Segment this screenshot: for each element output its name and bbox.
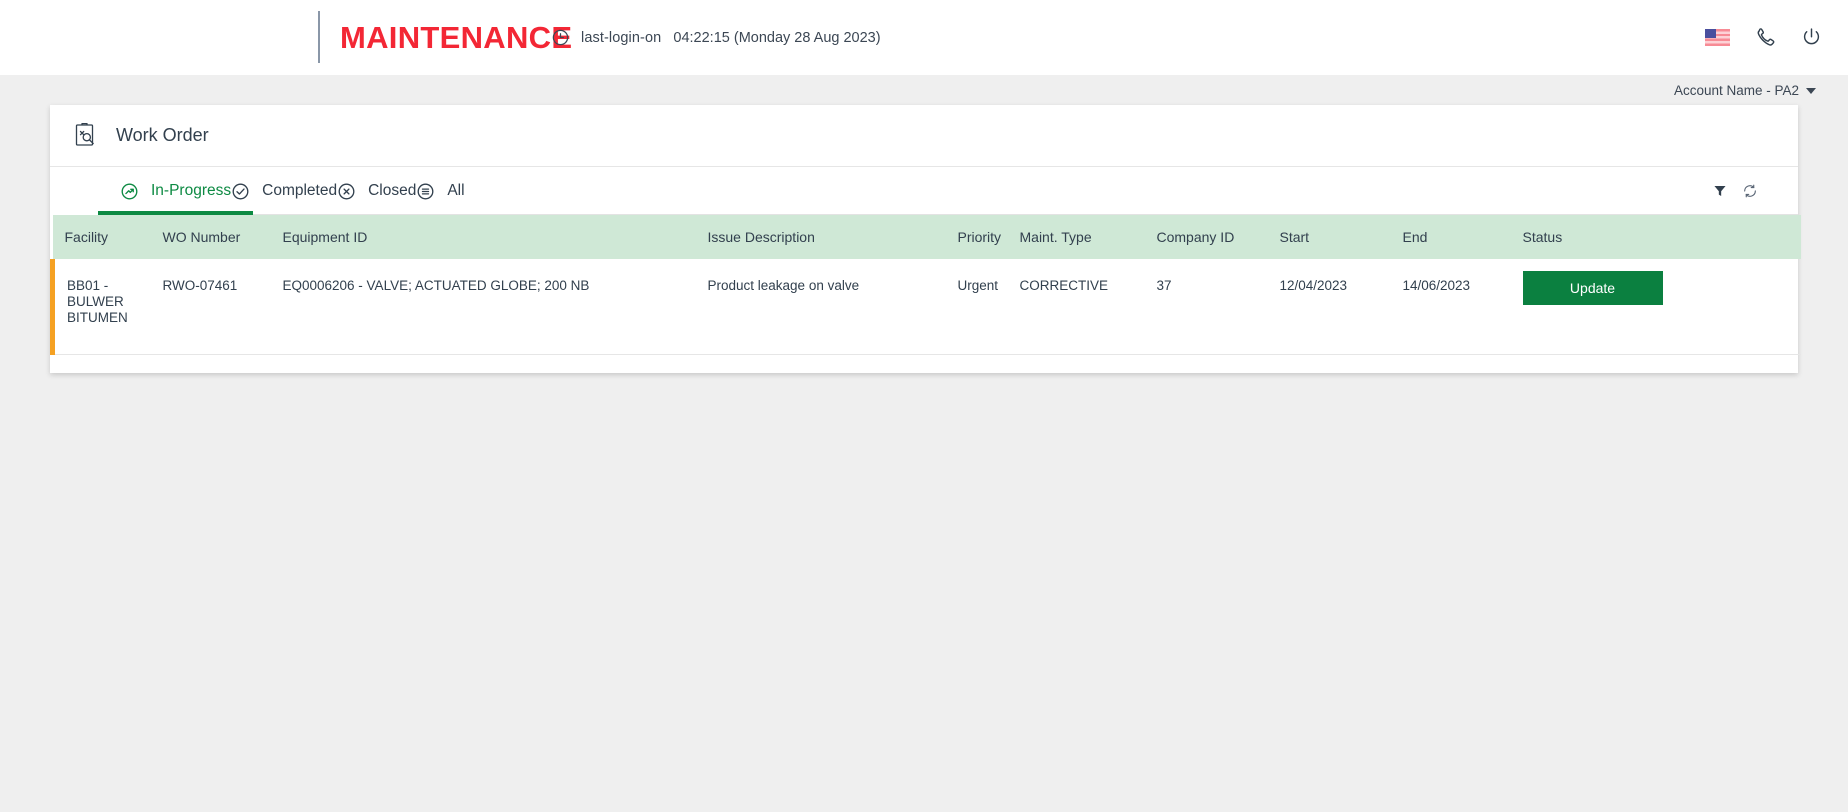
trend-up-circle-icon (120, 182, 139, 201)
phone-icon[interactable] (1752, 25, 1777, 50)
column-header-start: Start (1279, 215, 1403, 259)
power-icon[interactable] (1799, 25, 1824, 50)
brand-title: MAINTENANCE (340, 20, 573, 55)
column-header-status: Status (1522, 215, 1801, 259)
cell-facility: BB01 - BULWER BITUMEN (50, 259, 163, 355)
table-body: BB01 - BULWER BITUMEN RWO-07461 EQ000620… (50, 259, 1801, 355)
tab-label: Closed (368, 182, 417, 199)
account-bar: Account Name - PA2 (0, 75, 1848, 105)
cell-issue-description: Product leakage on valve (707, 259, 958, 355)
last-login-label: last-login-on (581, 29, 662, 46)
top-header-bar: MAINTENANCE last-login-on 04:22:15 (Mond… (0, 0, 1848, 75)
table-header: Facility WO Number Equipment ID Issue De… (52, 215, 1801, 259)
clock-icon (551, 28, 570, 47)
brand-logo[interactable]: MAINTENANCE (318, 0, 572, 75)
column-header-equipment-id: Equipment ID (282, 215, 708, 259)
last-login-info: last-login-on 04:22:15 (Monday 28 Aug 20… (551, 0, 881, 75)
cell-start: 12/04/2023 (1279, 259, 1403, 355)
column-header-end: End (1402, 215, 1523, 259)
cell-maint-type: CORRECTIVE (1019, 259, 1157, 355)
tab-label: All (447, 182, 465, 199)
column-header-facility: Facility (52, 215, 163, 259)
last-login-value: 04:22:15 (Monday 28 Aug 2023) (673, 29, 881, 46)
card-header: Work Order (50, 105, 1798, 167)
table-header-row: Facility WO Number Equipment ID Issue De… (52, 215, 1801, 259)
tab-all[interactable]: All (416, 167, 465, 215)
work-order-inspection-icon (73, 122, 99, 150)
account-name-label: Account Name - PA2 (1673, 82, 1799, 98)
tab-label: In-Progress (151, 182, 232, 199)
check-circle-icon (231, 182, 250, 201)
column-header-maint-type: Maint. Type (1019, 215, 1157, 259)
close-circle-icon (337, 182, 356, 201)
tab-completed[interactable]: Completed (231, 167, 337, 215)
cell-priority: Urgent (957, 259, 1020, 355)
cell-equipment-id: EQ0006206 - VALVE; ACTUATED GLOBE; 200 N… (282, 259, 708, 355)
account-selector[interactable]: Account Name - PA2 (1674, 83, 1816, 98)
tab-label: Completed (262, 182, 338, 199)
column-header-priority: Priority (957, 215, 1020, 259)
us-flag-icon[interactable] (1705, 29, 1730, 46)
column-header-issue-description: Issue Description (707, 215, 958, 259)
work-order-table: Facility WO Number Equipment ID Issue De… (50, 215, 1801, 355)
column-header-company-id: Company ID (1156, 215, 1280, 259)
column-header-wo-number: WO Number (162, 215, 283, 259)
tab-in-progress[interactable]: In-Progress (97, 167, 254, 215)
refresh-icon[interactable] (1742, 183, 1758, 199)
tab-closed[interactable]: Closed (337, 167, 416, 215)
cell-end: 14/06/2023 (1402, 259, 1523, 355)
update-button[interactable]: Update (1522, 271, 1663, 305)
top-header-actions (1705, 0, 1824, 75)
page-title: Work Order (116, 125, 209, 145)
cell-company-id: 37 (1156, 259, 1280, 355)
cell-status: Update (1522, 259, 1801, 355)
work-order-card: Work Order In-Progress Completed Closed … (50, 105, 1801, 373)
work-order-table-wrap: Facility WO Number Equipment ID Issue De… (50, 215, 1801, 373)
tab-tools (1713, 167, 1758, 215)
chevron-down-icon (1806, 88, 1816, 94)
tab-bar: In-Progress Completed Closed All (50, 167, 1798, 215)
cell-wo-number: RWO-07461 (162, 259, 283, 355)
list-circle-icon (416, 182, 435, 201)
table-row[interactable]: BB01 - BULWER BITUMEN RWO-07461 EQ000620… (50, 259, 1801, 355)
filter-icon[interactable] (1713, 184, 1727, 198)
